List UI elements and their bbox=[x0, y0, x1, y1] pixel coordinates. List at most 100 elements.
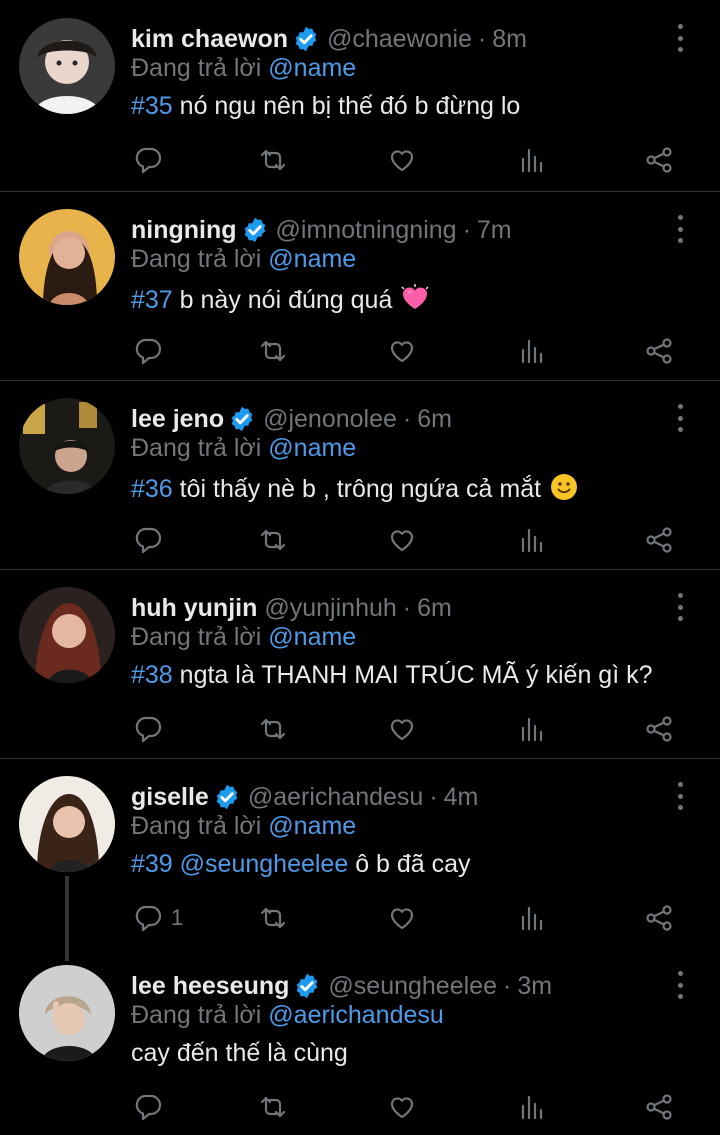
like-button[interactable] bbox=[387, 329, 417, 373]
display-name[interactable]: lee heeseung bbox=[131, 972, 289, 1001]
avatar[interactable] bbox=[19, 587, 115, 683]
more-options-icon[interactable] bbox=[670, 24, 690, 52]
like-button[interactable] bbox=[387, 518, 417, 562]
reply-button[interactable] bbox=[133, 518, 163, 562]
more-options-icon[interactable] bbox=[670, 782, 690, 810]
like-button[interactable] bbox=[387, 1085, 417, 1129]
avatar[interactable] bbox=[19, 398, 115, 494]
retweet-button[interactable] bbox=[258, 896, 288, 940]
more-options-icon[interactable] bbox=[670, 404, 690, 432]
reply-button[interactable] bbox=[133, 707, 163, 751]
action-bar bbox=[0, 707, 720, 751]
more-options-icon[interactable] bbox=[670, 971, 690, 999]
hashtag[interactable]: #38 bbox=[131, 661, 173, 689]
replying-to-mention[interactable]: @name bbox=[268, 623, 356, 651]
display-name[interactable]: ningning bbox=[131, 216, 237, 245]
avatar[interactable] bbox=[19, 209, 115, 305]
display-name[interactable]: huh yunjin bbox=[131, 594, 257, 623]
views-button[interactable] bbox=[517, 707, 547, 751]
more-options-icon[interactable] bbox=[670, 215, 690, 243]
verified-badge-icon bbox=[228, 405, 256, 433]
reply-feed: kim chaewon @chaewonie · 8m Đang trả lời… bbox=[0, 0, 720, 1135]
views-icon bbox=[517, 903, 547, 933]
views-button[interactable] bbox=[517, 1085, 547, 1129]
retweet-button[interactable] bbox=[258, 1085, 288, 1129]
tweet-header: giselle @aerichandesu · 4m bbox=[131, 780, 660, 814]
timestamp[interactable]: 3m bbox=[517, 972, 552, 1001]
user-handle[interactable]: @imnotningning bbox=[276, 216, 457, 245]
timestamp[interactable]: 6m bbox=[417, 405, 452, 434]
replying-to-mention[interactable]: @name bbox=[268, 245, 356, 273]
share-button[interactable] bbox=[644, 329, 674, 373]
retweet-icon bbox=[258, 336, 288, 366]
text-mention[interactable]: @seungheelee bbox=[180, 850, 349, 878]
avatar[interactable] bbox=[19, 18, 115, 114]
smile-emoji-icon bbox=[549, 472, 579, 502]
hashtag[interactable]: #37 bbox=[131, 286, 173, 314]
timestamp[interactable]: 6m bbox=[417, 594, 452, 623]
like-icon bbox=[387, 903, 417, 933]
reply-button[interactable]: 1 bbox=[133, 896, 183, 940]
views-icon bbox=[517, 525, 547, 555]
tweet-text-content: cay đến thế là cùng bbox=[131, 1039, 348, 1067]
tweet-header: ningning @imnotningning · 7m bbox=[131, 213, 660, 247]
tweet[interactable]: huh yunjin @yunjinhuh · 6m Đang trả lời … bbox=[0, 569, 720, 759]
tweet[interactable]: kim chaewon @chaewonie · 8m Đang trả lời… bbox=[0, 0, 720, 192]
reply-button[interactable] bbox=[133, 1085, 163, 1129]
replying-to: Đang trả lời @aerichandesu bbox=[131, 1001, 444, 1030]
tweet[interactable]: giselle @aerichandesu · 4m Đang trả lời … bbox=[0, 758, 720, 961]
replying-to-mention[interactable]: @aerichandesu bbox=[268, 1001, 444, 1029]
share-button[interactable] bbox=[644, 896, 674, 940]
action-bar: 1 bbox=[0, 896, 720, 940]
replying-to: Đang trả lời @name bbox=[131, 812, 356, 841]
replying-to-mention[interactable]: @name bbox=[268, 812, 356, 840]
display-name[interactable]: kim chaewon bbox=[131, 25, 288, 54]
hashtag[interactable]: #35 bbox=[131, 92, 173, 120]
like-button[interactable] bbox=[387, 138, 417, 182]
avatar[interactable] bbox=[19, 965, 115, 1061]
timestamp[interactable]: 7m bbox=[477, 216, 512, 245]
like-button[interactable] bbox=[387, 896, 417, 940]
views-button[interactable] bbox=[517, 518, 547, 562]
tweet[interactable]: ningning @imnotningning · 7m Đang trả lờ… bbox=[0, 191, 720, 381]
user-handle[interactable]: @aerichandesu bbox=[248, 783, 424, 812]
timestamp[interactable]: 4m bbox=[444, 783, 479, 812]
share-button[interactable] bbox=[644, 518, 674, 562]
views-button[interactable] bbox=[517, 329, 547, 373]
like-button[interactable] bbox=[387, 707, 417, 751]
user-handle[interactable]: @yunjinhuh bbox=[264, 594, 396, 623]
retweet-button[interactable] bbox=[258, 707, 288, 751]
user-handle[interactable]: @seungheelee bbox=[328, 972, 497, 1001]
share-button[interactable] bbox=[644, 1085, 674, 1129]
views-button[interactable] bbox=[517, 896, 547, 940]
tweet-header: huh yunjin @yunjinhuh · 6m bbox=[131, 591, 660, 625]
tweet[interactable]: lee jeno @jenonolee · 6m Đang trả lời @n… bbox=[0, 380, 720, 570]
tweet[interactable]: lee heeseung @seungheelee · 3m Đang trả … bbox=[0, 947, 720, 1135]
retweet-button[interactable] bbox=[258, 329, 288, 373]
retweet-button[interactable] bbox=[258, 518, 288, 562]
more-options-icon[interactable] bbox=[670, 593, 690, 621]
reply-icon bbox=[133, 903, 163, 933]
reply-button[interactable] bbox=[133, 329, 163, 373]
action-bar bbox=[0, 329, 720, 373]
avatar[interactable] bbox=[19, 776, 115, 872]
share-button[interactable] bbox=[644, 707, 674, 751]
views-button[interactable] bbox=[517, 138, 547, 182]
user-handle[interactable]: @chaewonie bbox=[327, 25, 472, 54]
replying-to-mention[interactable]: @name bbox=[268, 434, 356, 462]
retweet-button[interactable] bbox=[258, 138, 288, 182]
tweet-text-content: nó ngu nên bị thế đó b đừng lo bbox=[172, 92, 521, 120]
views-icon bbox=[517, 714, 547, 744]
action-bar bbox=[0, 1085, 720, 1129]
reply-button[interactable] bbox=[133, 138, 163, 182]
user-handle[interactable]: @jenonolee bbox=[263, 405, 397, 434]
hashtag[interactable]: #39 bbox=[131, 850, 173, 878]
replying-to-mention[interactable]: @name bbox=[268, 54, 356, 82]
reply-icon bbox=[133, 336, 163, 366]
tweet-text: #38 ngta là THANH MAI TRÚC MÃ ý kiến gì … bbox=[131, 661, 653, 690]
hashtag[interactable]: #36 bbox=[131, 475, 173, 503]
timestamp[interactable]: 8m bbox=[492, 25, 527, 54]
display-name[interactable]: giselle bbox=[131, 783, 209, 812]
display-name[interactable]: lee jeno bbox=[131, 405, 224, 434]
share-button[interactable] bbox=[644, 138, 674, 182]
